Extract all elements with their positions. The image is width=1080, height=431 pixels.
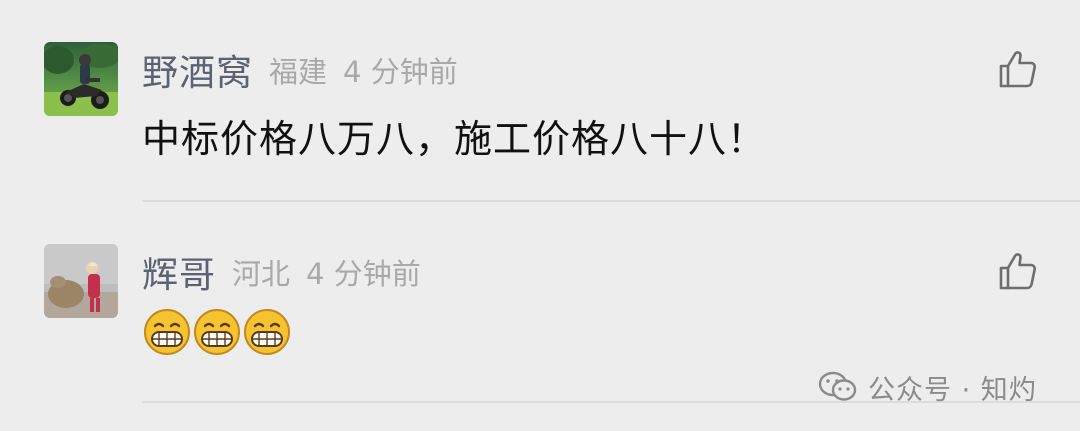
comment-item: 野酒窝 福建 4 分钟前 中标价格八万八，施工价格八十八！	[0, 0, 1080, 200]
comment-emoji-content	[143, 308, 291, 356]
nickname[interactable]: 辉哥	[142, 246, 216, 298]
like-button[interactable]	[997, 48, 1039, 90]
nickname[interactable]: 野酒窝	[142, 44, 253, 96]
thumbs-up-icon	[999, 253, 1037, 290]
comment-meta: 辉哥 河北 4 分钟前	[142, 248, 437, 296]
person-with-camel-avatar-icon	[44, 244, 118, 318]
grin-emoji-icon	[244, 309, 290, 355]
watermark-text: 公众号 · 知灼	[868, 374, 1037, 406]
location: 河北	[232, 257, 291, 291]
wechat-icon	[818, 371, 857, 401]
grin-emoji-icon	[194, 309, 240, 355]
timestamp: 4 分钟前	[306, 257, 421, 291]
like-button[interactable]	[997, 250, 1039, 292]
avatar[interactable]	[44, 42, 118, 116]
motorcycle-rider-avatar-icon	[44, 42, 118, 116]
comment-text: 中标价格八万八，施工价格八十八！	[142, 117, 767, 161]
grin-emoji-icon	[144, 309, 190, 355]
thumbs-up-icon	[999, 51, 1037, 88]
comment-list: 野酒窝 福建 4 分钟前 中标价格八万八，施工价格八十八！ 辉哥 河北 4 分钟…	[0, 0, 1080, 431]
avatar[interactable]	[44, 244, 118, 318]
location: 福建	[269, 55, 328, 89]
timestamp: 4 分钟前	[343, 55, 458, 89]
comment-meta: 野酒窝 福建 4 分钟前	[142, 46, 474, 94]
watermark: 公众号 · 知灼	[818, 365, 1037, 409]
